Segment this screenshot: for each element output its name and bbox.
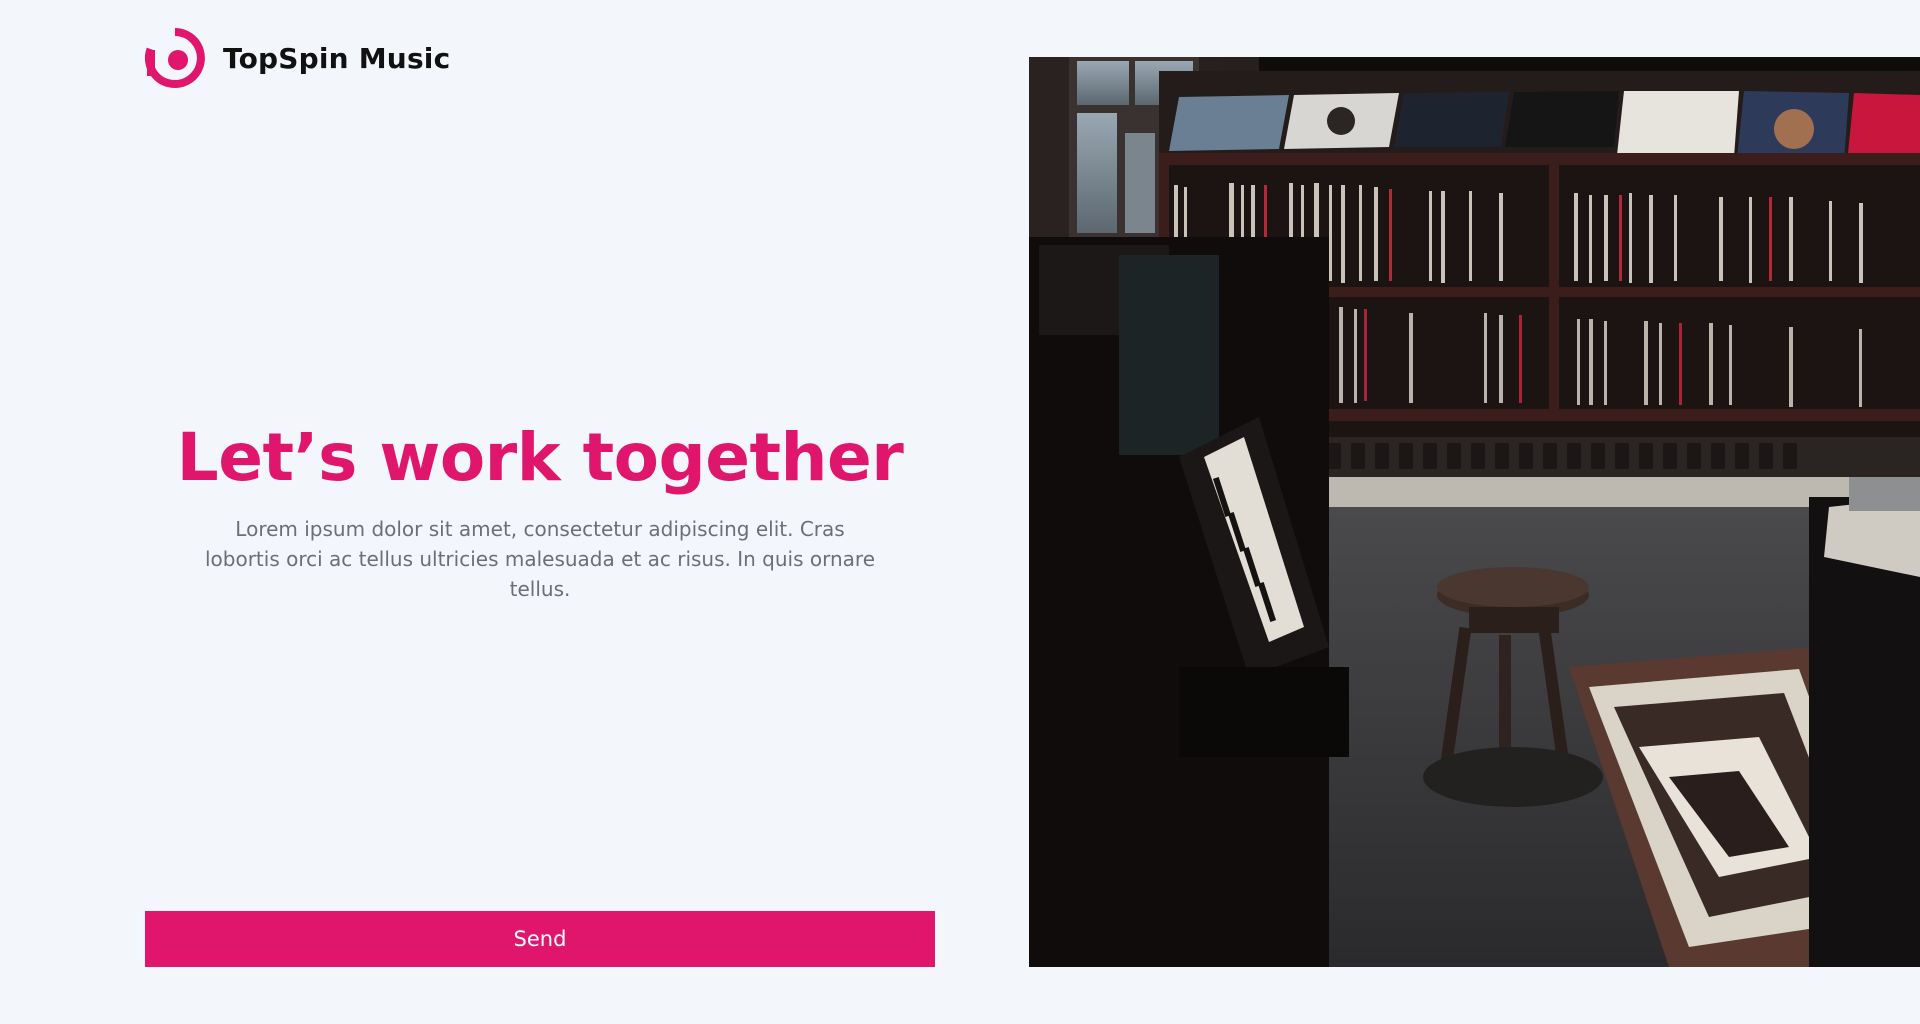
topspin-logo-icon	[145, 28, 205, 88]
hero-description: Lorem ipsum dolor sit amet, consectetur …	[204, 517, 875, 601]
record-store-illustration	[1029, 57, 1920, 967]
hero-section: Let’s work together Lorem ipsum dolor si…	[145, 420, 935, 604]
contact-page: TopSpin Music Let’s work together Lorem …	[0, 0, 1920, 1024]
send-button[interactable]: Send	[145, 911, 935, 967]
record-store-photo	[1029, 57, 1920, 967]
brand[interactable]: TopSpin Music	[145, 28, 450, 88]
page-title: Let’s work together	[176, 419, 904, 496]
brand-name: TopSpin Music	[223, 41, 451, 75]
